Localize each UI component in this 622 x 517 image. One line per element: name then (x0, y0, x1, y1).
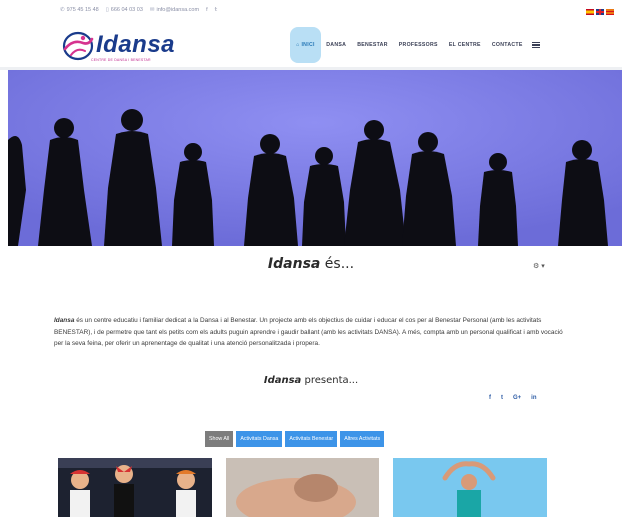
settings-dropdown[interactable]: ⚙ ▾ (533, 262, 545, 270)
logo-tagline: CENTRE DE DANSA I BENESTAR (91, 58, 151, 62)
nav-item-benestar[interactable]: BENESTAR (352, 27, 394, 63)
ballet-girl-photo (393, 458, 547, 517)
dancers-silhouette-image (8, 70, 622, 246)
filter-altres-activitats[interactable]: Altres Activitats (340, 431, 385, 447)
nav-item-contacte[interactable]: CONTACTE (486, 27, 528, 63)
english-flag-icon[interactable] (596, 9, 604, 15)
contact-info: ✆ 975 45 15 48 ▯ 666 04 03 03 ✉ info@idansa… (60, 7, 217, 13)
about-heading: Idansa és... (267, 256, 355, 272)
gear-icon: ⚙ (533, 263, 540, 270)
filter-activitats-benestar[interactable]: Activitats Benestar (285, 431, 338, 447)
portfolio-card-2[interactable] (226, 458, 379, 517)
mobile-icon: ▯ (105, 7, 109, 13)
nav-item-el-centre[interactable]: EL CENTRE (443, 27, 486, 63)
filter-activitats-dansa[interactable]: Activitats Dansa (236, 431, 283, 447)
filter-show-all[interactable]: Show All (205, 431, 234, 447)
main-menu: ⌂ INICI DANSA BENESTAR PROFESSORS EL CEN… (290, 22, 541, 68)
main-navbar: Idansa CENTRE DE DANSA I BENESTAR ⌂ INIC… (0, 22, 622, 68)
wellness-photo (226, 458, 379, 517)
facebook-icon[interactable]: f (206, 7, 208, 13)
hero-banner (8, 70, 622, 246)
intro-paragraph: Idansa és un centre educatiu i familiar … (54, 317, 563, 347)
portfolio-card-1[interactable] (58, 458, 212, 517)
nav-item-professors[interactable]: PROFESSORS (393, 27, 443, 63)
nav-item-dansa[interactable]: DANSA (321, 27, 352, 63)
top-bar: ✆ 975 45 15 48 ▯ 666 04 03 03 ✉ info@idansa… (0, 0, 622, 22)
google-plus-share-icon[interactable]: G+ (513, 395, 521, 401)
nav-item-inici[interactable]: ⌂ INICI (290, 27, 321, 63)
phone-item[interactable]: ✆ 975 45 15 48 (60, 7, 99, 13)
dancer-logo-icon (62, 31, 94, 61)
logo-text: Idansa (96, 31, 176, 58)
linkedin-share-icon[interactable]: in (531, 395, 536, 401)
portfolio-filters: Show All Activitats Dansa Activitats Ben… (205, 431, 385, 447)
portfolio-card-3[interactable] (393, 458, 547, 517)
spanish-flag-icon[interactable] (586, 9, 594, 15)
twitter-share-icon[interactable]: t (501, 395, 503, 401)
kids-dance-photo (58, 458, 212, 517)
email-item[interactable]: ✉ info@idansa.com (150, 7, 199, 13)
twitter-icon[interactable]: 𝕥 (215, 7, 218, 13)
language-switcher (586, 9, 614, 15)
phone-icon: ✆ (60, 7, 65, 13)
presenta-heading: Idansa presenta... (263, 375, 359, 386)
home-icon: ⌂ (296, 42, 300, 48)
hamburger-menu-icon[interactable] (532, 41, 541, 49)
site-logo[interactable]: Idansa CENTRE DE DANSA I BENESTAR (61, 29, 175, 63)
catalan-flag-icon[interactable] (606, 9, 614, 15)
caret-down-icon: ▾ (541, 263, 545, 270)
share-icons: f t G+ in (489, 395, 537, 401)
envelope-icon: ✉ (149, 7, 155, 13)
mobile-item[interactable]: ▯ 666 04 03 03 (106, 7, 143, 13)
facebook-share-icon[interactable]: f (489, 395, 491, 401)
